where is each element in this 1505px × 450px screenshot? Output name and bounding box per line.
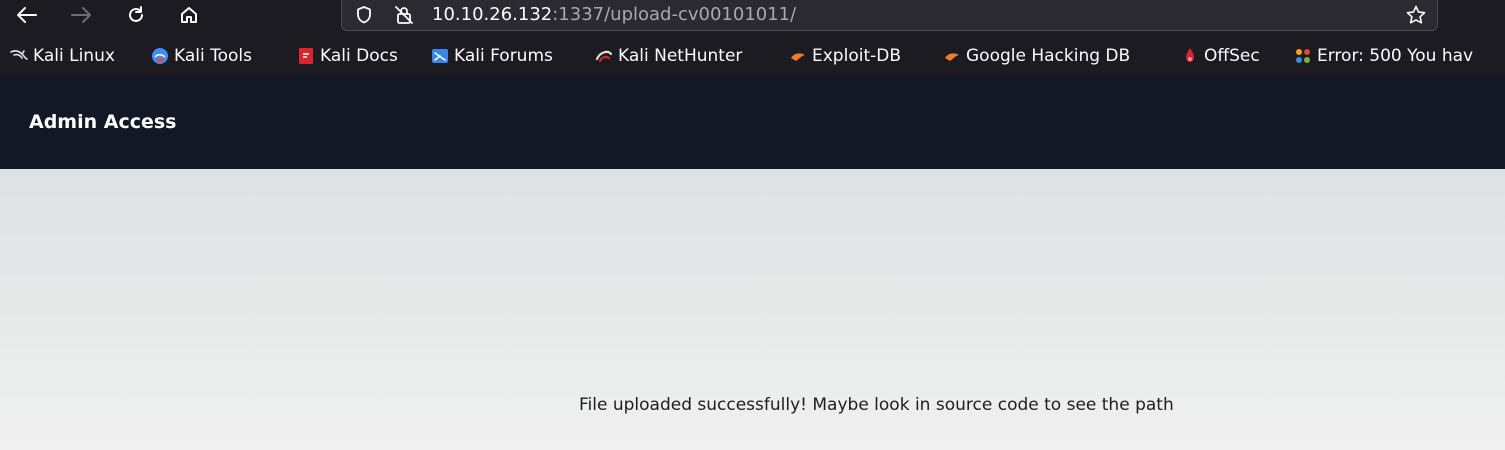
upload-success-message: File uploaded successfully! Maybe look i… <box>579 395 1174 415</box>
bookmark-offsec[interactable]: OffSec <box>1181 36 1260 76</box>
bookmark-label: Kali Tools <box>174 46 252 66</box>
bookmark-kali-docs[interactable]: Kali Docs <box>297 36 398 76</box>
address-bar[interactable]: 10.10.26.132:1337/upload-cv00101011/ <box>341 0 1438 31</box>
bookmark-label: Error: 500 You hav <box>1317 46 1474 66</box>
exploit-db-icon <box>791 53 805 61</box>
bookmark-label: Google Hacking DB <box>966 46 1131 66</box>
forward-arrow-icon[interactable] <box>63 0 99 30</box>
bookmark-google-hacking-db[interactable]: Google Hacking DB <box>943 36 1130 76</box>
bookmarks-toolbar: Kali Linux Kali Tools Kali Docs Kali For… <box>0 36 1505 76</box>
bookmark-kali-forums[interactable]: Kali Forums <box>431 36 553 76</box>
bookmark-kali-tools[interactable]: Kali Tools <box>151 36 252 76</box>
kali-tools-icon <box>152 48 168 64</box>
star-icon[interactable] <box>1402 0 1430 30</box>
kali-forums-icon <box>432 49 448 63</box>
bookmark-label: Kali NetHunter <box>618 46 743 66</box>
bookmark-kali-nethunter[interactable]: Kali NetHunter <box>595 36 742 76</box>
url-host: 10.10.26.132 <box>432 4 553 25</box>
insecure-lock-icon[interactable] <box>392 0 416 30</box>
kali-docs-icon <box>299 48 313 64</box>
nethunter-icon <box>595 50 613 63</box>
page-content: File uploaded successfully! Maybe look i… <box>0 169 1505 450</box>
bookmark-label: Kali Forums <box>454 46 553 66</box>
site-brand[interactable]: Admin Access <box>29 111 177 133</box>
reload-icon[interactable] <box>118 0 154 30</box>
home-icon[interactable] <box>171 0 207 30</box>
browser-toolbar: 10.10.26.132:1337/upload-cv00101011/ <box>0 0 1505 36</box>
bookmark-label: Exploit-DB <box>812 46 901 66</box>
bookmark-exploit-db[interactable]: Exploit-DB <box>789 36 901 76</box>
bookmark-label: OffSec <box>1204 46 1260 66</box>
bookmark-label: Kali Linux <box>33 46 115 66</box>
bookmark-error-500[interactable]: Error: 500 You hav <box>1294 36 1473 76</box>
offsec-icon <box>1186 48 1194 62</box>
ghdb-icon <box>945 53 959 61</box>
url-path: :1337/upload-cv00101011/ <box>552 4 797 25</box>
url-text[interactable]: 10.10.26.132:1337/upload-cv00101011/ <box>432 4 796 26</box>
bookmark-kali-linux[interactable]: Kali Linux <box>10 36 115 76</box>
kali-dragon-icon <box>10 50 28 60</box>
bookmark-label: Kali Docs <box>320 46 398 66</box>
joomla-icon <box>1296 49 1310 63</box>
back-arrow-icon[interactable] <box>9 0 45 30</box>
site-header: Admin Access <box>0 76 1505 169</box>
shield-icon[interactable] <box>352 0 376 30</box>
